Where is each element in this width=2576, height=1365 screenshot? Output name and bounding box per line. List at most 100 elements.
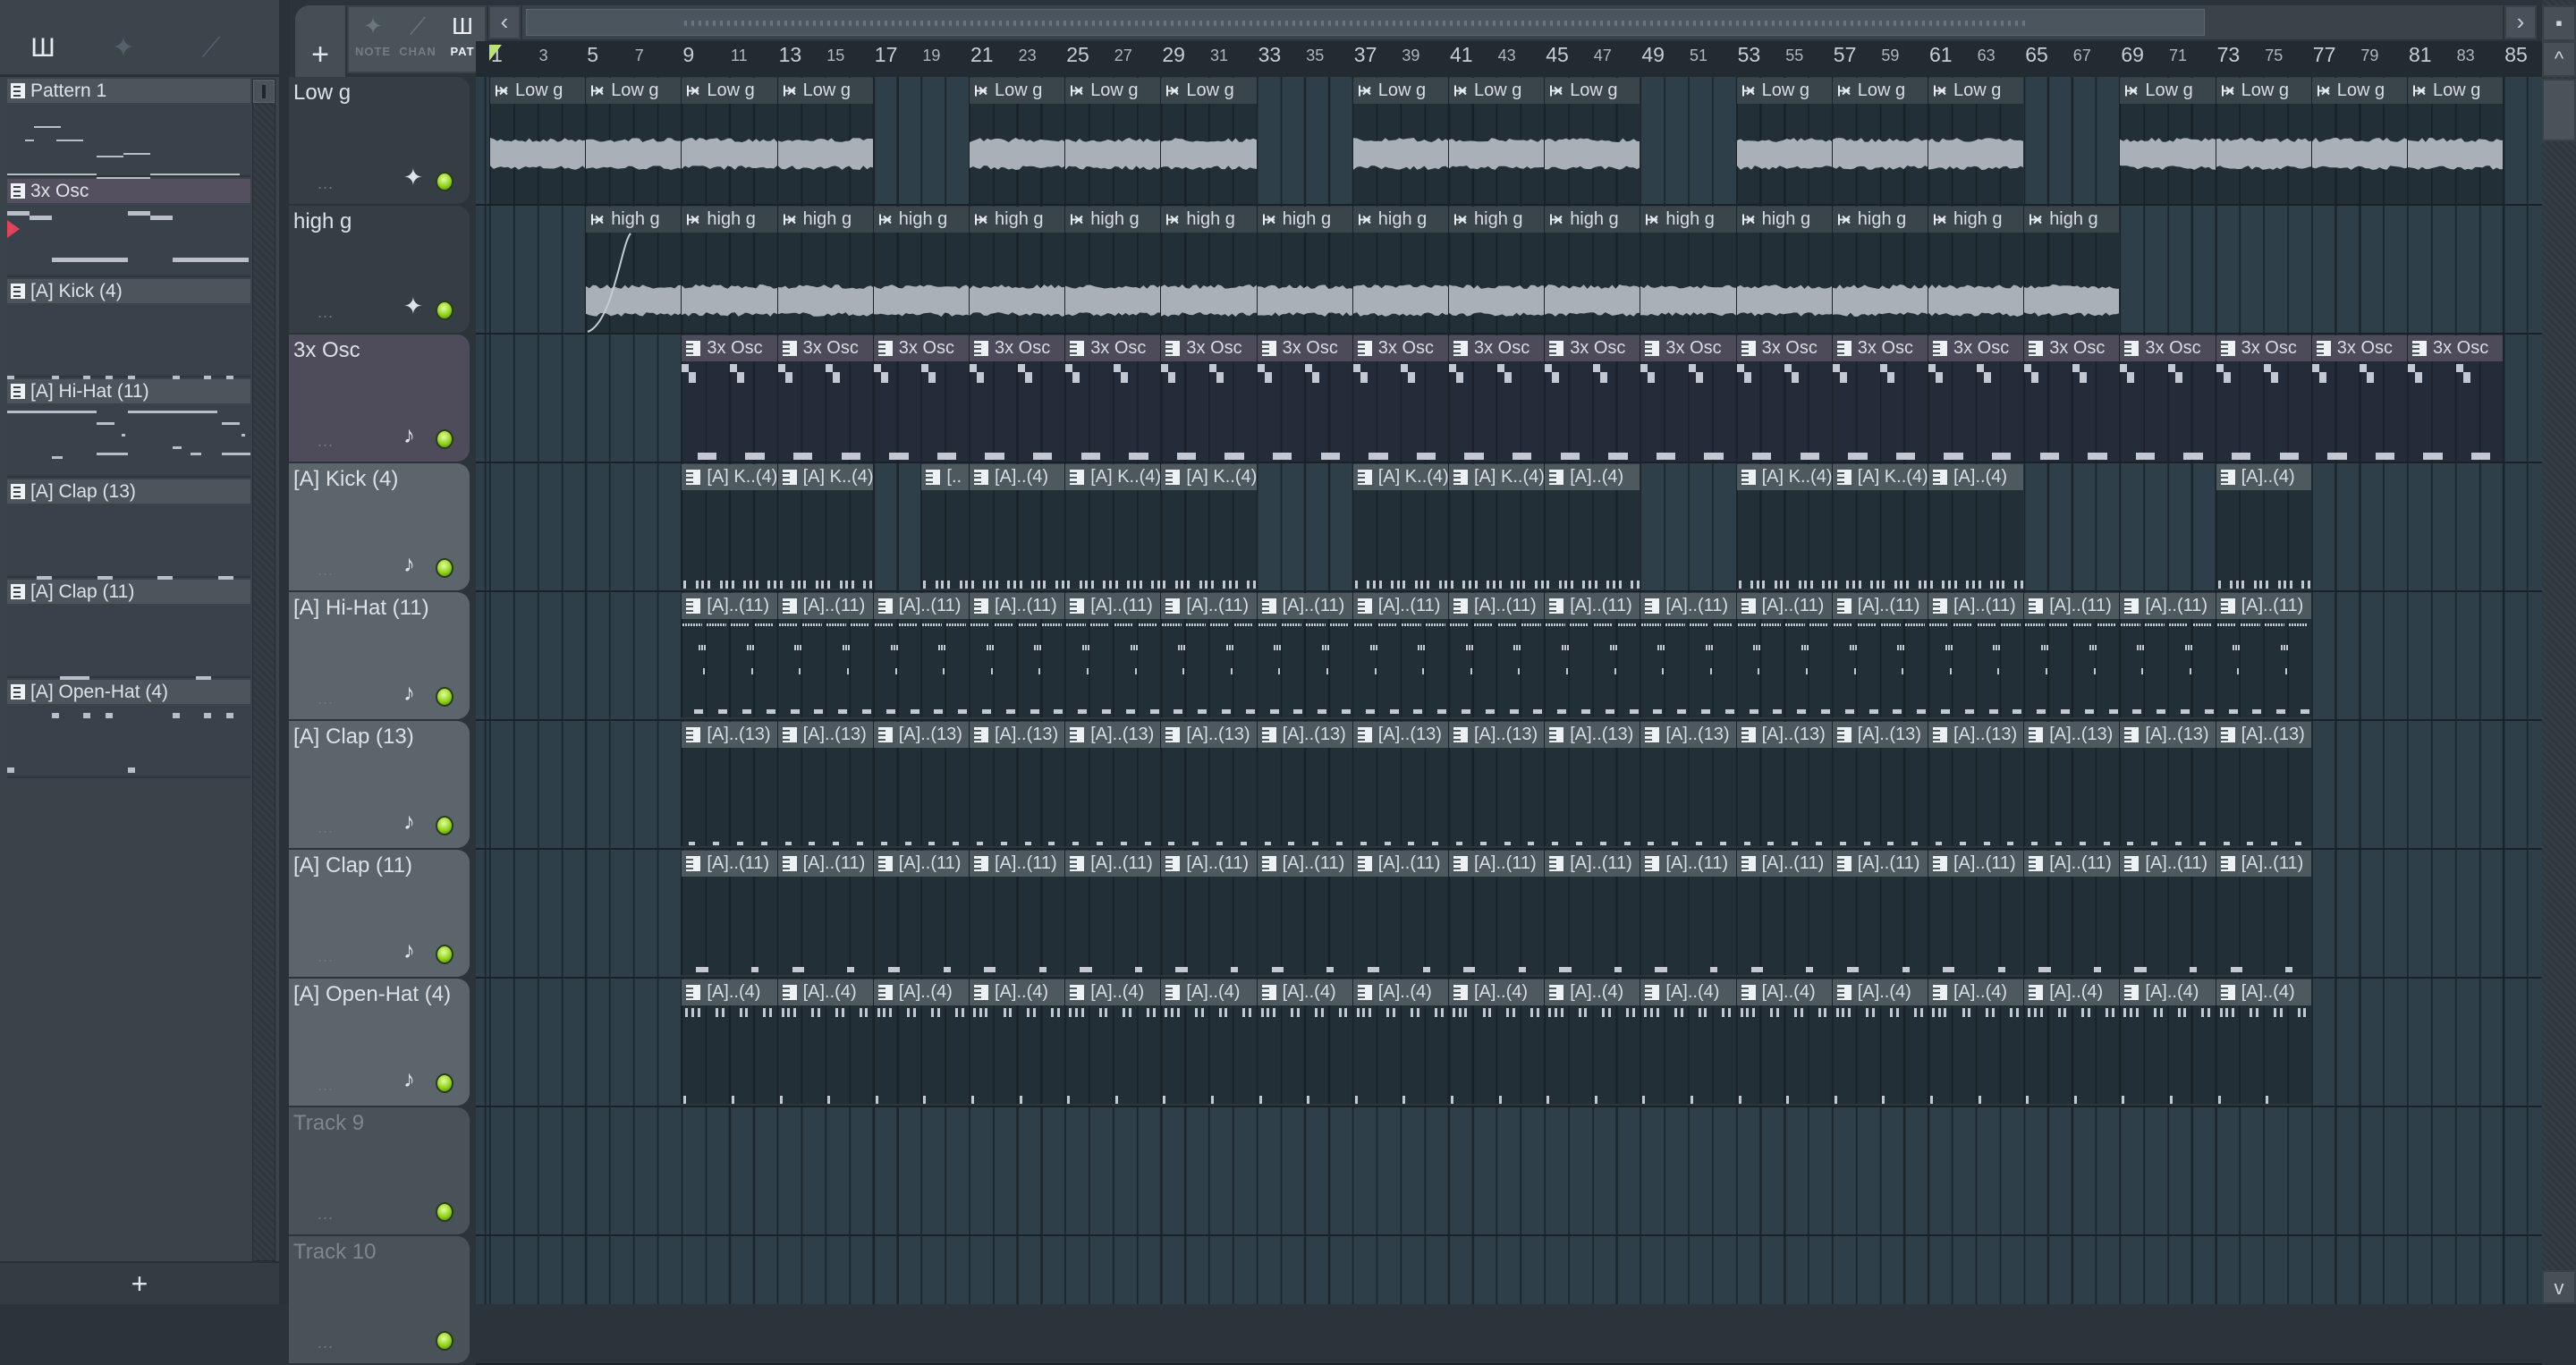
pattern-clip[interactable]: [A]..(11) <box>2023 851 2120 977</box>
audio-clip[interactable]: Low g <box>681 78 777 204</box>
pattern-clip[interactable]: [A]..(11) <box>872 851 969 977</box>
pattern-clip[interactable]: [A]..(11) <box>1544 593 1640 719</box>
pattern-clip[interactable]: [A]..(11) <box>681 851 777 977</box>
pattern-clip[interactable]: [A]..(13) <box>681 722 777 848</box>
clip-header[interactable]: 3x Osc <box>970 335 1065 361</box>
pattern-clip[interactable]: [A]..(4) <box>1640 979 1736 1106</box>
add-pattern-button[interactable]: + <box>0 1261 279 1304</box>
pattern-clip[interactable]: 3x Osc <box>969 335 1065 462</box>
pattern-clip[interactable]: [A]..(11) <box>681 593 777 719</box>
track-options-dots[interactable]: ... <box>318 1334 334 1352</box>
audio-clip[interactable]: high g <box>1544 207 1640 333</box>
clip-header[interactable]: [A]..(13) <box>1545 722 1640 748</box>
pattern-clip[interactable]: [A]..(4) <box>1544 979 1640 1106</box>
audio-clip[interactable]: high g <box>872 207 969 333</box>
pattern-clip[interactable]: [A]..(13) <box>1640 722 1736 848</box>
clip-header[interactable]: [A]..(4) <box>2216 979 2311 1005</box>
audio-clip[interactable]: high g <box>969 207 1065 333</box>
pattern-clip[interactable]: [A]..(11) <box>1831 851 1928 977</box>
pattern-clip[interactable]: [A]..(11) <box>1160 851 1257 977</box>
pattern-clip[interactable]: [A]..(13) <box>2119 722 2216 848</box>
clip-header[interactable]: [A]..(4) <box>970 979 1065 1005</box>
track-options-dots[interactable]: ... <box>318 561 334 580</box>
audio-clip[interactable]: high g <box>1448 207 1545 333</box>
track-header[interactable]: [A] Clap (11)... ♪ <box>289 850 470 977</box>
clip-header[interactable]: 3x Osc <box>2408 335 2504 361</box>
clip-header[interactable]: [A]..(13) <box>1352 722 1448 748</box>
pattern-clip[interactable]: 3x Osc <box>776 335 873 462</box>
clip-header[interactable]: [A]..(13) <box>1736 722 1832 748</box>
clip-header[interactable]: [A]..(11) <box>970 593 1065 619</box>
clip-header[interactable]: [A]..(13) <box>873 722 969 748</box>
pattern-clip[interactable]: [A]..(11) <box>1256 851 1352 977</box>
pattern-clip[interactable]: [A] K..(4) <box>1831 464 1928 590</box>
track-mute-led[interactable] <box>436 1331 453 1351</box>
pattern-clip[interactable]: [A]..(11) <box>2119 593 2216 719</box>
pattern-clip[interactable]: [A]..(11) <box>872 593 969 719</box>
clip-header[interactable]: [A]..(4) <box>682 979 777 1005</box>
pattern-clip[interactable]: 3x Osc <box>1640 335 1736 462</box>
audio-clip[interactable]: Low g <box>2119 78 2216 204</box>
pattern-item-header[interactable]: [A] Clap (11) <box>7 580 250 604</box>
track-mute-led[interactable] <box>436 429 453 449</box>
clip-header[interactable]: 3x Osc <box>1928 335 2024 361</box>
clip-header[interactable]: 3x Osc <box>1832 335 1928 361</box>
clip-header[interactable]: [A]..(11) <box>1640 851 1736 877</box>
track-row[interactable]: [A]..(4) [A]..(4) [A]..(4) [A]..(4) [A]..(4)… <box>476 979 2542 1107</box>
pattern-item-header[interactable]: [A] Clap (13) <box>7 479 250 504</box>
clip-header[interactable]: [A]..(4) <box>1257 979 1352 1005</box>
pattern-clip[interactable]: [A]..(4) <box>1160 979 1257 1106</box>
pattern-clip[interactable]: [A] K..(4) <box>1735 464 1832 590</box>
clip-header[interactable]: [A]..(4) <box>2120 979 2216 1005</box>
pattern-clip[interactable]: [A]..(11) <box>1448 851 1545 977</box>
track-options-dots[interactable]: ... <box>318 174 334 193</box>
track-options-dots[interactable]: ... <box>318 1076 334 1095</box>
track-header[interactable]: 3x Osc... ♪ <box>289 335 470 462</box>
clip-header[interactable]: [A]..(13) <box>1640 722 1736 748</box>
clip-header[interactable]: [A]..(4) <box>1352 979 1448 1005</box>
pattern-clip[interactable]: [A]..(11) <box>1448 593 1545 719</box>
pattern-clip[interactable]: [A]..(11) <box>1256 593 1352 719</box>
clip-header[interactable]: [A] K..(4) <box>1065 464 1161 490</box>
clip-header[interactable]: [A]..(4) <box>1545 979 1640 1005</box>
pattern-clip[interactable]: [A]..(4) <box>1831 979 1928 1106</box>
audio-clip[interactable]: Low g <box>1928 78 2024 204</box>
pattern-item[interactable]: 3x Osc <box>7 179 250 277</box>
clip-header[interactable]: 3x Osc <box>1161 335 1257 361</box>
clip-header[interactable]: 3x Osc <box>2120 335 2216 361</box>
track-header[interactable]: high g... ✦ <box>289 206 470 333</box>
pattern-clip[interactable]: [A]..(11) <box>1928 851 2024 977</box>
pattern-clip[interactable]: [A]..(13) <box>1160 722 1257 848</box>
pattern-item-header[interactable]: 3x Osc <box>7 179 250 203</box>
pattern-clip[interactable]: [A]..(13) <box>1928 722 2024 848</box>
audio-clip[interactable]: high g <box>1831 207 1928 333</box>
pattern-clip[interactable]: [A]..(13) <box>2215 722 2311 848</box>
pattern-clip[interactable]: [A]..(13) <box>969 722 1065 848</box>
audio-clip[interactable]: high g <box>1735 207 1832 333</box>
clip-header[interactable]: 3x Osc <box>873 335 969 361</box>
pattern-item-header[interactable]: [A] Kick (4) <box>7 279 250 303</box>
pattern-clip[interactable]: [A]..(13) <box>872 722 969 848</box>
clip-header[interactable]: [A]..(13) <box>970 722 1065 748</box>
pattern-clip[interactable]: [.. <box>920 464 969 590</box>
pattern-clip[interactable]: [A] K..(4) <box>1160 464 1257 590</box>
pattern-clip[interactable]: [A]..(13) <box>1064 722 1161 848</box>
track-mute-led[interactable] <box>436 172 453 191</box>
clip-header[interactable]: [A]..(11) <box>873 851 969 877</box>
clip-header[interactable]: [A]..(11) <box>1257 593 1352 619</box>
clip-header[interactable]: [A] K..(4) <box>1161 464 1257 490</box>
pattern-clip[interactable]: [A]..(11) <box>1735 593 1832 719</box>
clip-header[interactable]: 3x Osc <box>1640 335 1736 361</box>
audio-clip[interactable]: high g <box>1064 207 1161 333</box>
pattern-clip[interactable]: [A] K..(4) <box>1448 464 1545 590</box>
clip-header[interactable]: 3x Osc <box>1736 335 1832 361</box>
track-mute-led[interactable] <box>436 1073 453 1093</box>
clip-header[interactable]: [A]..(4) <box>1832 979 1928 1005</box>
audio-clip[interactable]: high g <box>1160 207 1257 333</box>
scroll-left-button[interactable]: ‹ <box>488 5 521 39</box>
pattern-clip[interactable]: [A]..(11) <box>1544 851 1640 977</box>
clip-header[interactable]: [A]..(13) <box>1832 722 1928 748</box>
clip-header[interactable]: 3x Osc <box>2024 335 2120 361</box>
pattern-clip[interactable]: [A]..(4) <box>969 464 1065 590</box>
audio-clip[interactable]: Low g <box>1735 78 1832 204</box>
